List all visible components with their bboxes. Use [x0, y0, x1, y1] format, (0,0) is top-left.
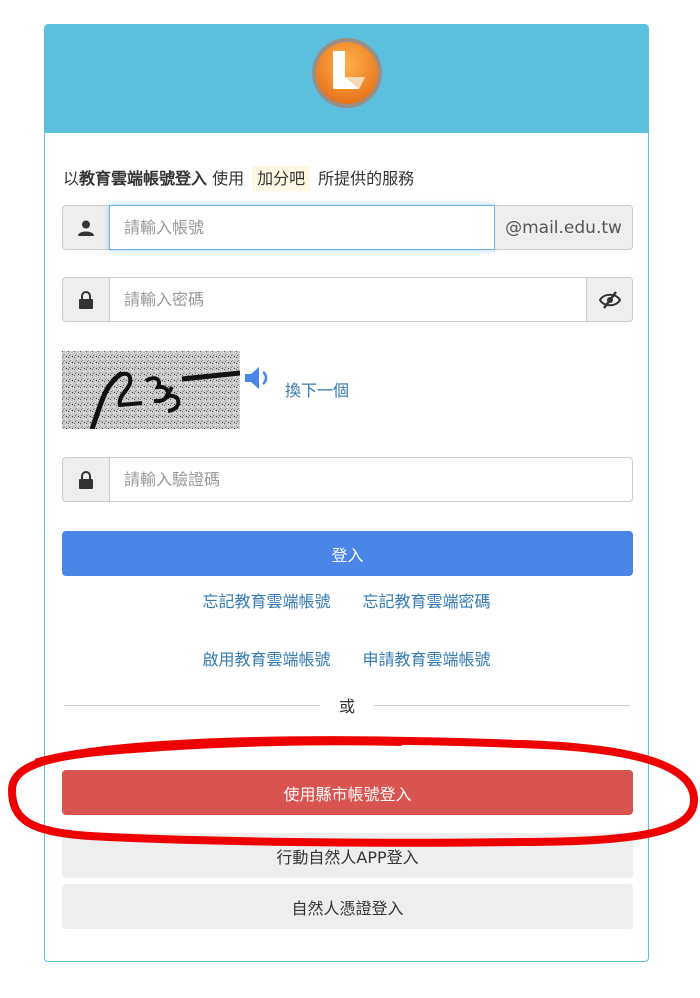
- activate-account-link[interactable]: 啟用教育雲端帳號: [202, 650, 330, 669]
- apply-account-link[interactable]: 申請教育雲端帳號: [363, 650, 491, 669]
- account-input[interactable]: [109, 205, 495, 250]
- lock-icon: [62, 457, 109, 502]
- intro-suffix: 所提供的服務: [318, 169, 415, 188]
- citizen-certificate-login-button[interactable]: 自然人憑證登入: [62, 884, 633, 929]
- eye-slash-icon: [598, 290, 621, 309]
- divider-line-right: [374, 705, 630, 706]
- speaker-icon[interactable]: [243, 365, 273, 391]
- app-name-badge: 加分吧: [252, 166, 311, 191]
- password-toggle-button[interactable]: [587, 277, 633, 322]
- forgot-account-link[interactable]: 忘記教育雲端帳號: [202, 592, 330, 611]
- mobile-app-login-button[interactable]: 行動自然人APP登入: [62, 833, 633, 878]
- captcha-input[interactable]: [109, 457, 633, 502]
- card-header: [45, 25, 648, 133]
- domain-suffix: @mail.edu.tw: [495, 205, 633, 250]
- login-button[interactable]: 登入: [62, 531, 633, 576]
- login-card: 以教育雲端帳號登入 使用加分吧所提供的服務 @mail.edu.tw: [44, 24, 649, 962]
- intro-bold: 教育雲端帳號登入: [79, 169, 208, 188]
- lock-icon: [62, 277, 109, 322]
- intro-mid: 使用: [207, 169, 245, 188]
- password-input[interactable]: [109, 277, 587, 322]
- intro-prefix: 以: [63, 169, 80, 188]
- forgot-password-link[interactable]: 忘記教育雲端密碼: [363, 592, 491, 611]
- captcha-image: [62, 351, 240, 429]
- login-intro-text: 以教育雲端帳號登入 使用 加分吧 所提供的服務: [63, 165, 415, 191]
- refresh-captcha-link[interactable]: 換下一個: [285, 377, 349, 401]
- captcha-input-group: [62, 457, 633, 502]
- app-logo: [312, 38, 382, 108]
- domain-suffix-label: @mail.edu.tw: [505, 217, 622, 238]
- password-input-group: [62, 277, 633, 322]
- account-links-row-1: 忘記教育雲端帳號 忘記教育雲端密碼: [45, 588, 648, 612]
- city-account-login-button[interactable]: 使用縣市帳號登入: [62, 770, 633, 815]
- divider-text: 或: [338, 697, 355, 716]
- divider-line-left: [64, 705, 320, 706]
- account-input-group: @mail.edu.tw: [62, 205, 633, 250]
- user-icon: [62, 205, 109, 250]
- account-links-row-2: 啟用教育雲端帳號 申請教育雲端帳號: [45, 646, 648, 670]
